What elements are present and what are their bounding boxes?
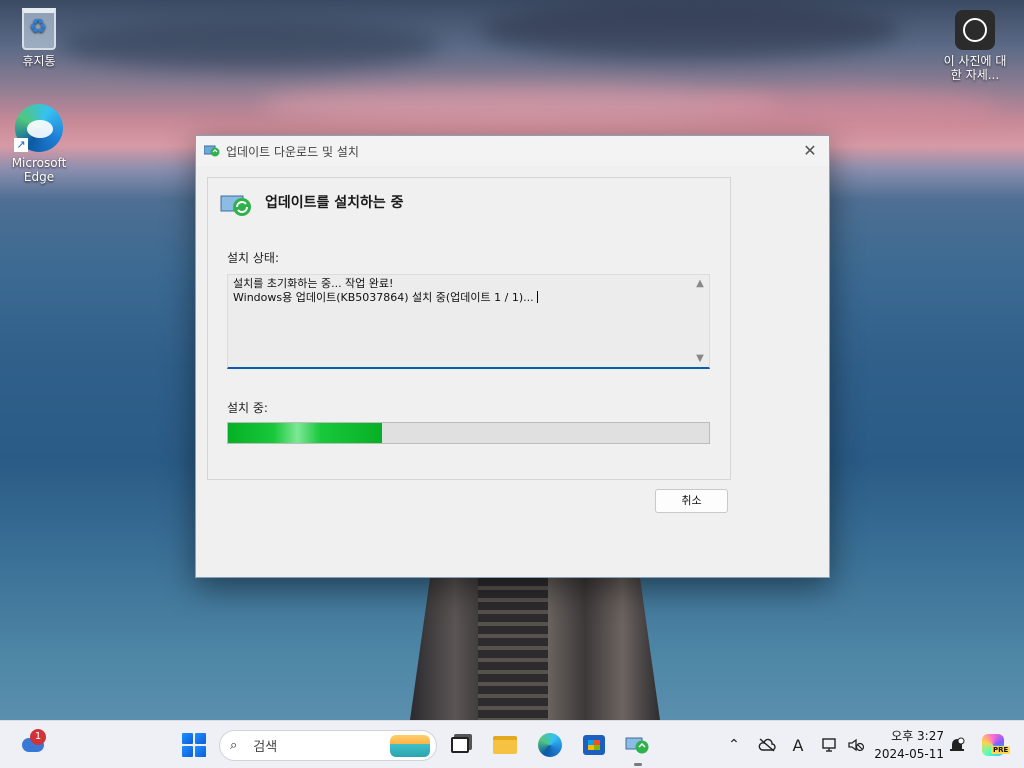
onedrive-tray-button[interactable] — [756, 721, 778, 768]
windows-logo-icon — [182, 733, 206, 757]
desktop-icon-label: 이 사진에 대한 자세... — [943, 54, 1007, 82]
text-cursor — [536, 291, 538, 303]
close-button[interactable]: ✕ — [797, 139, 823, 163]
preview-badge: PRE — [991, 746, 1011, 754]
clock-time: 오후 3:27 — [891, 729, 944, 743]
desktop-icon-label: Microsoft Edge — [11, 156, 67, 184]
volume-muted-icon — [848, 738, 865, 752]
weather-widget[interactable] — [16, 721, 50, 768]
close-icon: ✕ — [803, 141, 817, 160]
recycle-bin-icon — [22, 8, 56, 50]
content-panel: 업데이트를 설치하는 중 설치 상태: 설치를 초기화하는 중... 작업 완료… — [207, 177, 731, 480]
shortcut-arrow-icon: ↗ — [14, 138, 28, 152]
search-highlight-icon — [390, 735, 430, 757]
search-box[interactable]: ⌕ 검색 — [219, 730, 437, 761]
volume-button[interactable] — [845, 721, 867, 768]
taskbar: 1 ⌕ 검색 ⌃ A 오후 3:27 2024-05-11 — [0, 720, 1024, 768]
copilot-button[interactable] — [980, 721, 1006, 768]
pier-stairs — [478, 578, 548, 720]
scroll-up-arrow-icon[interactable]: ▲ — [693, 278, 707, 290]
desktop-icon-recycle-bin[interactable]: 휴지통 — [4, 8, 74, 68]
clock-date: 2024-05-11 — [874, 747, 944, 761]
cloud — [480, 0, 900, 60]
dialog-heading: 업데이트를 설치하는 중 — [265, 195, 404, 211]
windows-update-icon — [204, 145, 220, 157]
status-textbox[interactable]: 설치를 초기화하는 중... 작업 완료! Windows용 업데이트(KB50… — [227, 274, 710, 369]
store-button[interactable] — [581, 721, 607, 768]
edge-icon — [538, 733, 562, 757]
desktop-icon-label: 휴지통 — [22, 54, 56, 68]
cloud-offline-icon — [758, 738, 776, 752]
folder-icon — [493, 736, 517, 754]
chevron-up-icon: ⌃ — [728, 737, 740, 753]
search-placeholder: 검색 — [253, 740, 278, 755]
progress-fill — [228, 423, 382, 443]
dialog-titlebar[interactable]: 업데이트 다운로드 및 설치 ✕ — [196, 136, 829, 166]
store-icon — [583, 735, 605, 755]
network-icon — [822, 738, 836, 752]
cloud — [700, 90, 1000, 130]
notifications-button[interactable] — [946, 721, 968, 768]
task-view-button[interactable] — [449, 721, 471, 768]
cloud — [260, 85, 780, 125]
windows-update-taskbar-button[interactable] — [624, 721, 652, 768]
windows-update-icon — [625, 737, 649, 754]
status-line: 설치를 초기화하는 중... 작업 완료! — [233, 277, 394, 290]
search-icon: ⌕ — [230, 738, 238, 753]
input-indicator-button[interactable]: A — [788, 721, 808, 768]
install-progress-bar — [227, 422, 710, 444]
show-hidden-icons-button[interactable]: ⌃ — [724, 721, 744, 768]
clock[interactable]: 오후 3:27 2024-05-11 — [872, 727, 944, 763]
scroll-down-arrow-icon[interactable]: ▼ — [693, 353, 707, 365]
update-dialog: 업데이트 다운로드 및 설치 ✕ 업데이트를 설치하는 중 설치 상태: 설치를… — [195, 135, 830, 578]
notification-badge: 1 — [30, 729, 46, 745]
dialog-title: 업데이트 다운로드 및 설치 — [226, 144, 359, 159]
network-button[interactable] — [819, 721, 841, 768]
bell-icon — [950, 737, 965, 751]
ime-indicator: A — [792, 735, 804, 755]
status-label: 설치 상태: — [227, 251, 280, 265]
cloud — [60, 20, 440, 70]
start-button[interactable] — [180, 721, 208, 768]
desktop-icon-photo-info[interactable]: 이 사진에 대한 자세... — [940, 10, 1010, 82]
file-explorer-button[interactable] — [492, 721, 518, 768]
update-install-icon — [220, 195, 251, 216]
cancel-button[interactable]: 취소 — [655, 489, 728, 513]
progress-label: 설치 중: — [227, 401, 268, 415]
edge-taskbar-button[interactable] — [536, 721, 564, 768]
photo-info-icon — [955, 10, 995, 50]
status-line: Windows용 업데이트(KB5037864) 설치 중(업데이트 1 / 1… — [233, 291, 534, 304]
task-view-icon — [451, 737, 469, 753]
